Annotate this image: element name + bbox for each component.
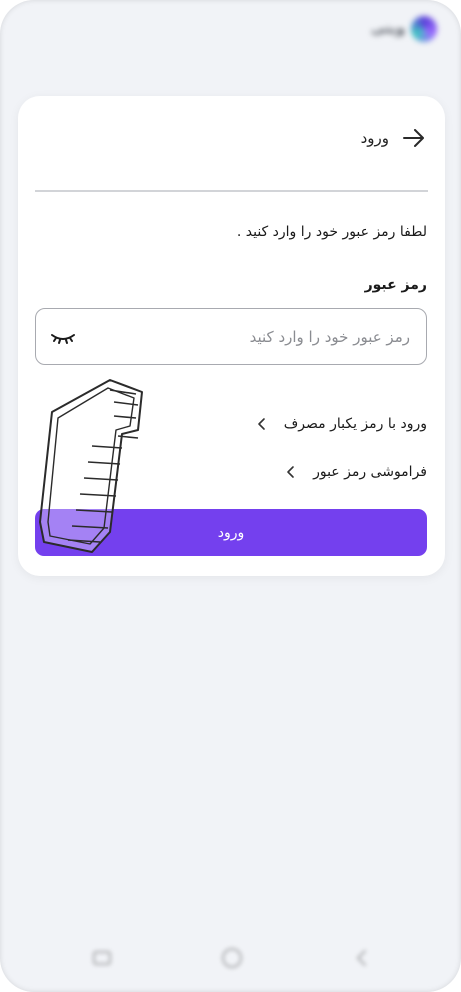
back-arrow-icon[interactable] <box>401 125 427 151</box>
status-bar: ویتی <box>0 0 461 70</box>
instruction-text: لطفا رمز عبور خود را وارد کنید . <box>236 224 427 240</box>
forgot-password-label: فراموشی رمز عبور <box>313 464 427 480</box>
brand-logo-icon <box>411 16 437 42</box>
login-button[interactable]: ورود <box>35 509 427 556</box>
chevron-left-icon <box>257 418 265 430</box>
password-field <box>35 308 427 365</box>
otp-login-link[interactable]: ورود با رمز یکبار مصرف <box>256 416 427 432</box>
otp-login-label: ورود با رمز یکبار مصرف <box>283 416 427 432</box>
card-header: ورود <box>36 118 427 158</box>
recents-icon[interactable] <box>90 946 114 970</box>
login-card: ورود لطفا رمز عبور خود را وارد کنید . رم… <box>18 96 445 576</box>
eye-closed-icon[interactable] <box>50 325 76 349</box>
brand: ویتی <box>371 16 437 42</box>
back-icon[interactable] <box>350 946 374 970</box>
password-input[interactable] <box>96 309 410 364</box>
system-nav-bar <box>0 938 461 978</box>
page-title: ورود <box>360 129 389 147</box>
home-icon[interactable] <box>220 946 244 970</box>
password-label: رمز عبور <box>364 277 427 293</box>
forgot-password-link[interactable]: فراموشی رمز عبور <box>285 464 427 480</box>
header-divider <box>35 190 428 192</box>
brand-name: ویتی <box>371 21 405 37</box>
phone-screen: ویتی ورود لطفا رمز عبور خود را وارد کنید… <box>0 0 461 992</box>
chevron-left-icon <box>287 466 294 478</box>
